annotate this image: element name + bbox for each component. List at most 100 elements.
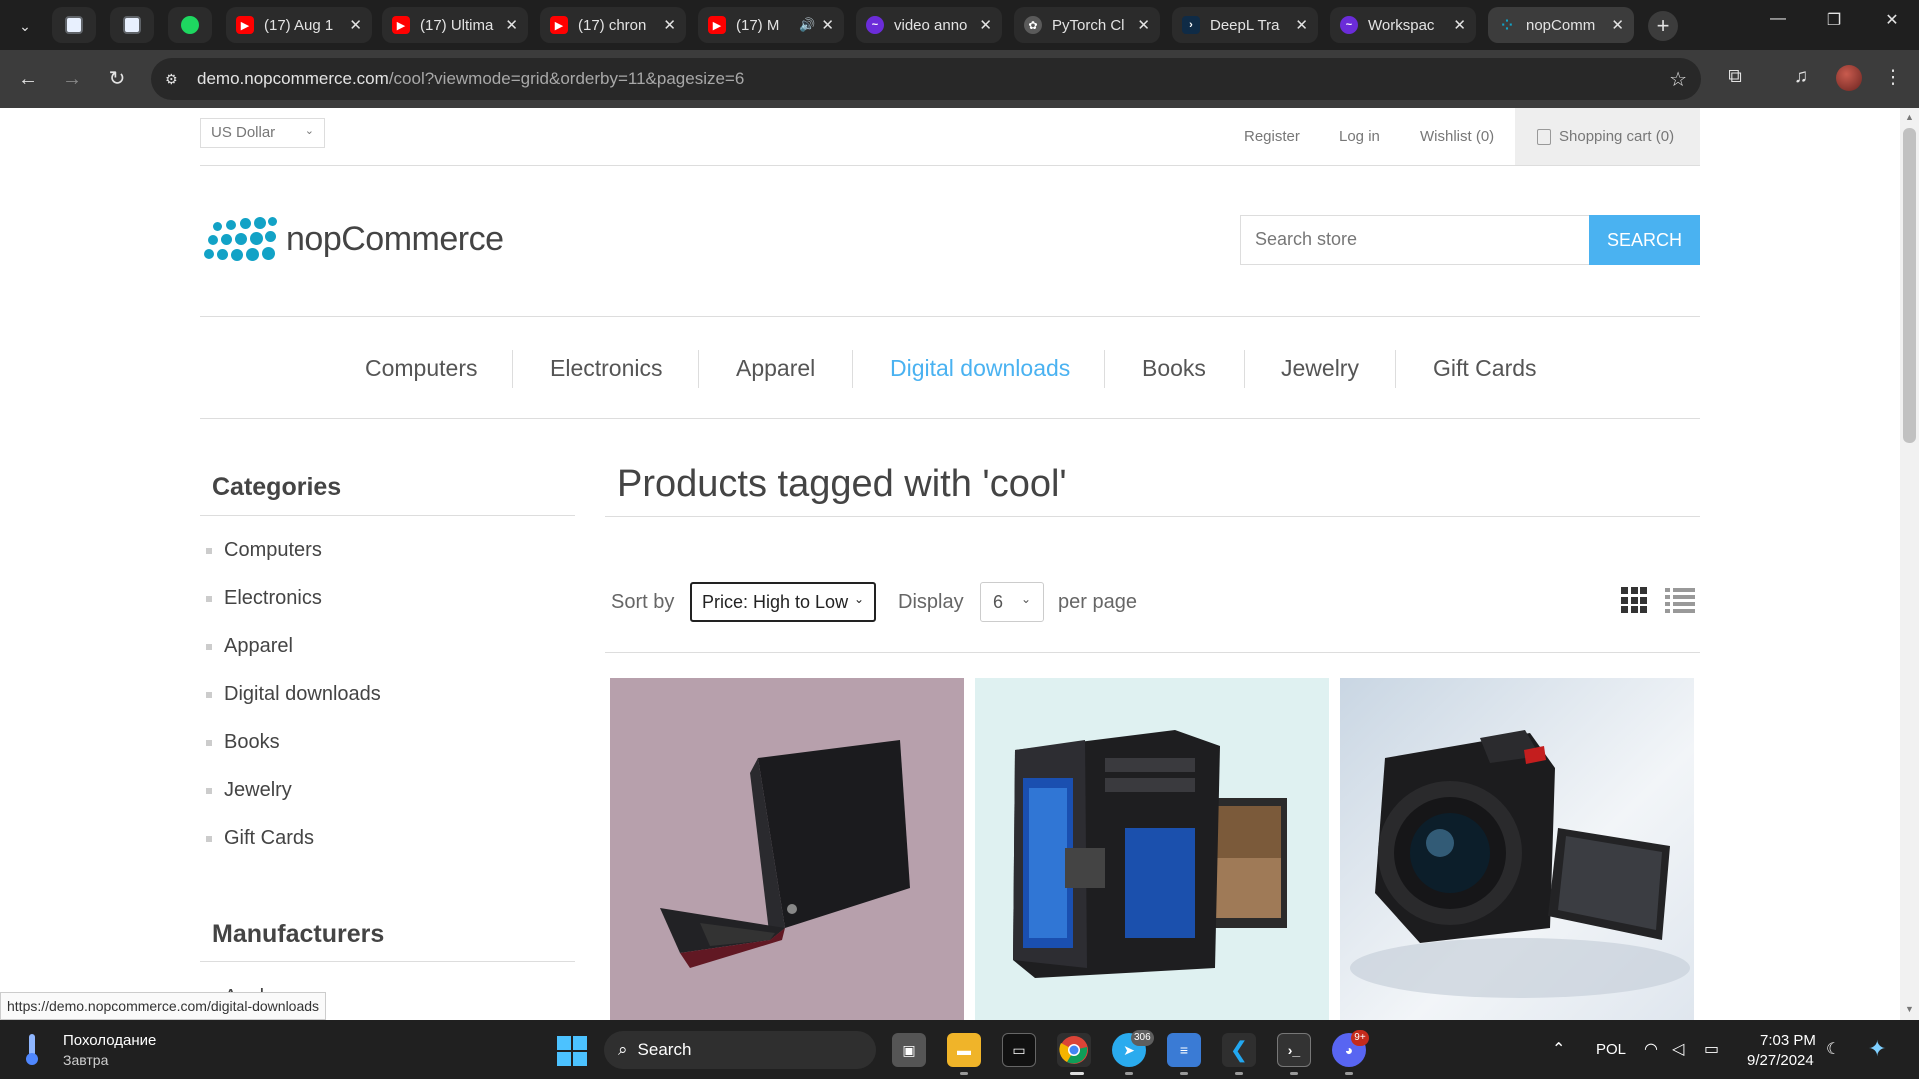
page-size-select[interactable]: 6 ⌄ [980, 582, 1044, 622]
divider [605, 516, 1700, 517]
close-icon[interactable]: ✕ [979, 16, 992, 34]
category-link-electronics[interactable]: Electronics [206, 587, 322, 610]
close-icon[interactable]: ✕ [1453, 16, 1466, 34]
tab-youtube-3[interactable]: ▶ (17) chron ✕ [540, 7, 686, 43]
logo-text: nopCommerce [286, 219, 504, 258]
site-info-icon[interactable]: ⚙ [165, 71, 185, 88]
speaker-icon[interactable]: 🔊 [799, 17, 815, 33]
notepad-icon[interactable]: ≡ [1167, 1033, 1201, 1067]
tab-pinned-2[interactable] [110, 7, 154, 43]
purple-swirl-icon: ~ [866, 16, 884, 34]
clock-date[interactable]: 9/27/2024 [1747, 1052, 1814, 1069]
sort-select[interactable]: Price: High to Low ⌄ [690, 582, 876, 622]
register-link[interactable]: Register [1244, 128, 1300, 145]
address-bar[interactable]: ⚙ demo.nopcommerce.com/cool?viewmode=gri… [151, 58, 1701, 100]
powershell-icon[interactable]: ›_ [1277, 1033, 1311, 1067]
tab-nopcommerce-active[interactable]: ⁘ nopComm ✕ [1488, 7, 1634, 43]
tab-pinned-1[interactable] [52, 7, 96, 43]
minimize-icon[interactable]: — [1758, 10, 1798, 28]
windows-start-icon[interactable] [557, 1036, 587, 1066]
close-icon[interactable]: ✕ [349, 16, 362, 34]
search-button[interactable]: Search [1589, 215, 1700, 265]
close-icon[interactable]: ✕ [505, 16, 518, 34]
tab-deepl[interactable]: › DeepL Tra ✕ [1172, 7, 1318, 43]
wishlist-link[interactable]: Wishlist (0) [1420, 128, 1494, 145]
menu-item-gift-cards[interactable]: Gift Cards [1433, 355, 1537, 382]
shopping-cart-link[interactable]: Shopping cart (0) [1515, 108, 1700, 165]
window-close-icon[interactable]: ✕ [1872, 10, 1912, 30]
currency-select[interactable]: US Dollar ⌄ [200, 118, 325, 148]
url-text[interactable]: demo.nopcommerce.com/cool?viewmode=grid&… [197, 69, 744, 89]
tab-workspace[interactable]: ~ Workspac ✕ [1330, 7, 1476, 43]
tab-search-chevron-icon[interactable]: ⌄ [12, 13, 38, 39]
product-image-laptop[interactable] [610, 678, 964, 1020]
weather-title[interactable]: Похолодание [63, 1032, 156, 1049]
cart-label: Shopping cart (0) [1559, 128, 1675, 145]
language-indicator[interactable]: POL [1596, 1041, 1626, 1058]
back-arrow-icon[interactable]: ← [14, 65, 42, 93]
wifi-icon[interactable]: ◠ [1644, 1039, 1658, 1059]
tab-pytorch[interactable]: ✿ PyTorch Cl ✕ [1014, 7, 1160, 43]
menu-item-digital-downloads[interactable]: Digital downloads [890, 355, 1070, 382]
category-link-books[interactable]: Books [206, 731, 280, 754]
grid-view-icon[interactable] [1621, 587, 1647, 613]
terminal-icon[interactable]: ▭ [1002, 1033, 1036, 1067]
chrome-icon[interactable] [1057, 1033, 1091, 1067]
menu-item-apparel[interactable]: Apparel [736, 355, 815, 382]
file-explorer-icon[interactable]: ▬ [947, 1033, 981, 1067]
tab-title: video anno [894, 16, 968, 34]
taskbar-search-label: Search [637, 1040, 692, 1059]
close-icon[interactable]: ✕ [1137, 16, 1150, 34]
category-link-jewelry[interactable]: Jewelry [206, 779, 292, 802]
kebab-menu-icon[interactable]: ⋮ [1880, 66, 1906, 89]
extensions-icon[interactable]: ⧉ [1722, 66, 1748, 88]
menu-item-computers[interactable]: Computers [365, 355, 477, 382]
tab-youtube-1[interactable]: ▶ (17) Aug 1 ✕ [226, 7, 372, 43]
category-link-computers[interactable]: Computers [206, 539, 322, 562]
taskbar-search[interactable]: ⌕ Search [604, 1031, 876, 1069]
product-image-dslr-camera[interactable] [1340, 678, 1694, 1020]
list-view-icon[interactable] [1665, 588, 1695, 613]
tab-youtube-4[interactable]: ▶ (17) M 🔊 ✕ [698, 7, 844, 43]
product-image-desktop-pc[interactable] [975, 678, 1329, 1020]
restore-icon[interactable]: ❐ [1814, 10, 1854, 30]
notification-bell-icon[interactable]: ☾ [1826, 1039, 1840, 1059]
tab-youtube-2[interactable]: ▶ (17) Ultima ✕ [382, 7, 528, 43]
category-link-gift-cards[interactable]: Gift Cards [206, 827, 314, 850]
menu-item-electronics[interactable]: Electronics [550, 355, 662, 382]
weather-subtitle[interactable]: Завтра [63, 1052, 108, 1068]
deepl-icon: › [1182, 16, 1200, 34]
tab-pinned-spotify[interactable] [168, 7, 212, 43]
close-icon[interactable]: ✕ [1295, 16, 1308, 34]
search-input[interactable]: Search store [1240, 215, 1590, 265]
store-logo[interactable]: nopCommerce [200, 213, 504, 265]
login-link[interactable]: Log in [1339, 128, 1380, 145]
close-icon[interactable]: ✕ [821, 16, 834, 34]
reload-icon[interactable]: ↻ [103, 65, 131, 93]
media-control-icon[interactable]: ♫ [1788, 66, 1814, 88]
close-icon[interactable]: ✕ [663, 16, 676, 34]
thermometer-icon[interactable] [24, 1032, 40, 1066]
forward-arrow-icon[interactable]: → [58, 65, 86, 93]
scroll-up-arrow-icon[interactable]: ▲ [1900, 112, 1919, 128]
clock-time[interactable]: 7:03 PM [1760, 1032, 1816, 1049]
chevron-up-icon[interactable]: ⌃ [1552, 1039, 1565, 1059]
tab-video-annotation[interactable]: ~ video anno ✕ [856, 7, 1002, 43]
sort-label: Sort by [611, 591, 675, 613]
close-icon[interactable]: ✕ [1611, 16, 1624, 34]
profile-avatar[interactable] [1836, 65, 1862, 91]
new-tab-button[interactable]: + [1648, 11, 1678, 41]
scrollbar-thumb[interactable] [1903, 128, 1916, 443]
category-link-digital-downloads[interactable]: Digital downloads [206, 683, 381, 706]
bookmark-star-icon[interactable]: ☆ [1669, 67, 1687, 92]
vscode-icon[interactable]: ❮ [1222, 1033, 1256, 1067]
battery-icon[interactable]: ▭ [1704, 1039, 1719, 1059]
youtube-icon: ▶ [708, 16, 726, 34]
volume-icon[interactable]: ◁ [1672, 1039, 1684, 1059]
category-link-apparel[interactable]: Apparel [206, 635, 293, 658]
task-view-icon[interactable]: ▣ [892, 1033, 926, 1067]
scroll-down-arrow-icon[interactable]: ▼ [1900, 1004, 1919, 1020]
copilot-icon[interactable]: ✦ [1868, 1036, 1886, 1062]
menu-item-jewelry[interactable]: Jewelry [1281, 355, 1359, 382]
menu-item-books[interactable]: Books [1142, 355, 1206, 382]
